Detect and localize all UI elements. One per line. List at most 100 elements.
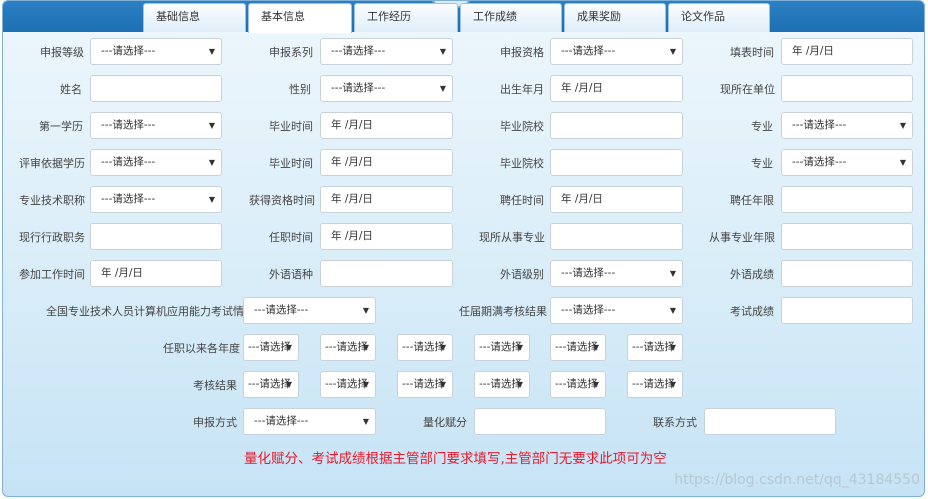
select-value: ---请选择 — [555, 378, 598, 390]
select-value: ---请选择 — [325, 341, 368, 353]
watermark: https://blog.csdn.net/qq_43184550 — [674, 472, 920, 488]
chevron-down-icon: ▼ — [439, 343, 446, 352]
current-admin-post-input[interactable] — [90, 223, 222, 250]
label-tenure-time: 任职时间 — [269, 231, 313, 244]
chevron-down-icon: ▼ — [208, 47, 215, 56]
select-value: ---请选择 — [402, 341, 445, 353]
chevron-down-icon: ▼ — [592, 380, 599, 389]
assessment-2-select[interactable]: ---请选择 ▼ — [320, 371, 376, 398]
assessment-4-select[interactable]: ---请选择 ▼ — [474, 371, 530, 398]
fill-date-input[interactable]: 年 /月/日 — [781, 38, 913, 65]
label-tech-title: 专业技术职称 — [19, 194, 85, 207]
select-value: ---请选择--- — [101, 156, 156, 168]
assessment-1-select[interactable]: ---请选择 ▼ — [243, 371, 299, 398]
declare-method-select[interactable]: ---请选择--- ▼ — [243, 408, 376, 435]
select-value: ---请选择--- — [561, 45, 616, 57]
chevron-down-icon: ▼ — [362, 417, 369, 426]
select-value: ---请选择--- — [561, 304, 616, 316]
appointment-years-input[interactable] — [781, 186, 913, 213]
assessment-5-select[interactable]: ---请选择 ▼ — [550, 371, 606, 398]
label-declare-qualification: 申报资格 — [500, 46, 544, 59]
assessment-3-select[interactable]: ---请选择 ▼ — [397, 371, 453, 398]
label-foreign-language: 外语语种 — [269, 268, 313, 281]
graduation-school-2-input[interactable] — [550, 149, 683, 176]
chevron-down-icon: ▼ — [285, 343, 292, 352]
foreign-level-select[interactable]: ---请选择--- ▼ — [550, 260, 683, 287]
label-graduation-time-1: 毕业时间 — [269, 120, 313, 133]
label-declare-method: 申报方式 — [193, 416, 237, 429]
select-value: ---请选择 — [632, 341, 675, 353]
label-graduation-school-2: 毕业院校 — [500, 157, 544, 170]
tab-basic-data[interactable]: 基础信息 — [143, 3, 246, 32]
label-exam-score: 考试成绩 — [730, 305, 774, 318]
declare-level-select[interactable]: ---请选择--- ▼ — [90, 38, 222, 65]
graduation-time-2-input[interactable]: 年 /月/日 — [320, 149, 453, 176]
assessment-6-select[interactable]: ---请选择 ▼ — [627, 371, 683, 398]
annual-year-2-select[interactable]: ---请选择 ▼ — [320, 334, 376, 361]
label-foreign-level: 外语级别 — [500, 268, 544, 281]
tab-papers[interactable]: 论文作品 — [668, 3, 770, 32]
foreign-language-input[interactable] — [320, 260, 453, 287]
term-assessment-select[interactable]: ---请选择--- ▼ — [550, 297, 683, 324]
select-value: ---请选择--- — [331, 45, 386, 57]
label-appointment-time: 聘任时间 — [500, 194, 544, 207]
tab-bar: 基础信息 基本信息 工作经历 工作成绩 成果奖励 论文作品 — [3, 1, 924, 33]
label-declare-level: 申报等级 — [40, 46, 84, 59]
chevron-down-icon: ▼ — [439, 47, 446, 56]
exam-score-input[interactable] — [781, 297, 913, 324]
tab-awards[interactable]: 成果奖励 — [564, 3, 666, 32]
tech-title-select[interactable]: ---请选择--- ▼ — [90, 186, 222, 213]
chevron-down-icon: ▼ — [208, 195, 215, 204]
review-education-select[interactable]: ---请选择--- ▼ — [90, 149, 222, 176]
major-1-select[interactable]: ---请选择--- ▼ — [781, 112, 913, 139]
label-term-assessment: 任届期满考核结果 — [459, 305, 547, 318]
contact-input[interactable] — [704, 408, 836, 435]
work-start-time-input[interactable]: 年 /月/日 — [90, 260, 222, 287]
annual-year-6-select[interactable]: ---请选择 ▼ — [627, 334, 683, 361]
select-value: ---请选择--- — [792, 156, 847, 168]
label-appointment-years: 聘任年限 — [730, 194, 774, 207]
graduation-school-1-input[interactable] — [550, 112, 683, 139]
chevron-down-icon: ▼ — [362, 306, 369, 315]
first-education-select[interactable]: ---请选择--- ▼ — [90, 112, 222, 139]
major-years-input[interactable] — [781, 223, 913, 250]
tab-basic-info[interactable]: 基本信息 — [248, 3, 352, 33]
label-quantified-score: 量化赋分 — [423, 416, 467, 429]
form-note: 量化赋分、考试成绩根据主管部门要求填写,主管部门无要求此项可为空 — [244, 451, 667, 467]
chevron-down-icon: ▼ — [285, 380, 292, 389]
label-computer-exam: 全国专业技术人员计算机应用能力考试情况 — [46, 305, 255, 318]
tenure-time-input[interactable]: 年 /月/日 — [320, 223, 453, 250]
select-value: ---请选择 — [402, 378, 445, 390]
name-input[interactable] — [90, 75, 222, 102]
graduation-time-1-input[interactable]: 年 /月/日 — [320, 112, 453, 139]
foreign-score-input[interactable] — [781, 260, 913, 287]
annual-year-3-select[interactable]: ---请选择 ▼ — [397, 334, 453, 361]
computer-exam-select[interactable]: ---请选择--- ▼ — [243, 297, 376, 324]
quantified-score-input[interactable] — [474, 408, 606, 435]
label-graduation-school-1: 毕业院校 — [500, 120, 544, 133]
chevron-down-icon: ▼ — [439, 380, 446, 389]
tab-work-history[interactable]: 工作经历 — [354, 3, 458, 32]
label-name: 姓名 — [60, 83, 82, 96]
chevron-down-icon: ▼ — [669, 269, 676, 278]
appointment-time-input[interactable]: 年 /月/日 — [550, 186, 683, 213]
select-value: ---请选择 — [632, 378, 675, 390]
select-value: ---请选择 — [555, 341, 598, 353]
chevron-down-icon: ▼ — [669, 343, 676, 352]
chevron-down-icon: ▼ — [516, 380, 523, 389]
annual-year-4-select[interactable]: ---请选择 ▼ — [474, 334, 530, 361]
select-value: ---请选择 — [479, 341, 522, 353]
annual-year-5-select[interactable]: ---请选择 ▼ — [550, 334, 606, 361]
tab-work-achievements[interactable]: 工作成绩 — [460, 3, 562, 32]
annual-year-1-select[interactable]: ---请选择 ▼ — [243, 334, 299, 361]
declare-series-select[interactable]: ---请选择--- ▼ — [320, 38, 453, 65]
major-2-select[interactable]: ---请选择--- ▼ — [781, 149, 913, 176]
qualification-time-input[interactable]: 年 /月/日 — [320, 186, 453, 213]
select-value: ---请选择--- — [254, 415, 309, 427]
gender-select[interactable]: ---请选择--- ▼ — [320, 75, 453, 102]
current-unit-input[interactable] — [781, 75, 913, 102]
current-major-input[interactable] — [550, 223, 683, 250]
declare-qualification-select[interactable]: ---请选择--- ▼ — [550, 38, 683, 65]
chevron-down-icon: ▼ — [362, 343, 369, 352]
birth-month-input[interactable]: 年 /月/日 — [550, 75, 683, 102]
